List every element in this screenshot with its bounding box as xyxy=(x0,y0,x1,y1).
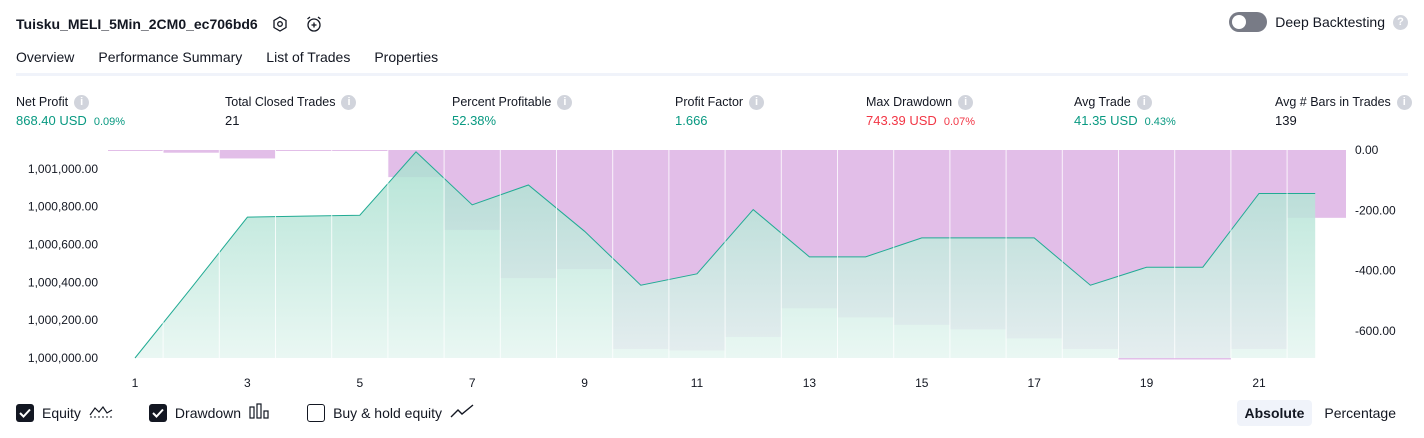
drawdown-bar xyxy=(163,150,220,153)
stat-percent-profitable: Percent Profitable i 52.38% xyxy=(452,94,573,129)
settings-hexagon-icon[interactable] xyxy=(268,12,292,36)
info-icon[interactable]: i xyxy=(1396,94,1412,110)
y-left-tick-label: 1,000,000.00 xyxy=(28,351,98,365)
strategy-title-bar: Tuisku_MELI_5Min_2CM0_ec706bd6 xyxy=(16,12,326,36)
value-mode-switch: Absolute Percentage xyxy=(1236,400,1405,426)
y-right-tick-label: -200.00 xyxy=(1355,203,1396,217)
stat-max-drawdown: Max Drawdown i 743.39 USD 0.07% xyxy=(866,94,975,129)
x-tick-label: 3 xyxy=(244,376,251,390)
legend-label: Equity xyxy=(42,404,81,421)
stat-value: 21 xyxy=(225,113,240,128)
buy-hold-line-icon xyxy=(450,403,474,422)
stat-label: Total Closed Trades xyxy=(225,95,336,109)
drawdown-bar xyxy=(219,150,276,159)
drawdown-bar xyxy=(331,150,388,151)
y-right-tick-label: 0.00 xyxy=(1355,143,1379,157)
x-tick-label: 1 xyxy=(132,376,139,390)
stat-value: 52.38% xyxy=(452,113,497,128)
x-tick-label: 9 xyxy=(581,376,588,390)
equity-checkbox[interactable] xyxy=(16,403,34,422)
stat-value: 139 xyxy=(1275,113,1297,128)
x-tick-label: 17 xyxy=(1028,376,1042,390)
drawdown-bar xyxy=(275,150,332,151)
x-tick-label: 13 xyxy=(803,376,817,390)
stat-net-profit: Net Profit i 868.40 USD 0.09% xyxy=(16,94,125,129)
strategy-name: Tuisku_MELI_5Min_2CM0_ec706bd6 xyxy=(16,16,258,32)
y-left-tick-label: 1,000,400.00 xyxy=(28,275,98,289)
y-left-tick-label: 1,000,800.00 xyxy=(28,200,98,214)
tab-overview[interactable]: Overview xyxy=(16,46,75,76)
stat-percent: 0.09% xyxy=(93,116,126,128)
stat-value: 868.40 USD xyxy=(16,113,87,128)
stat-label: Percent Profitable xyxy=(452,95,552,109)
tab-properties[interactable]: Properties xyxy=(374,46,438,76)
y-axis-right: 0.00 -200.00 -400.00 -600.00 xyxy=(1355,143,1396,338)
info-icon[interactable]: i xyxy=(1136,94,1152,110)
percentage-button[interactable]: Percentage xyxy=(1316,400,1404,426)
info-icon[interactable]: i xyxy=(958,94,974,110)
info-icon[interactable]: i xyxy=(557,94,573,110)
tab-performance-summary[interactable]: Performance Summary xyxy=(98,46,242,76)
info-icon[interactable]: i xyxy=(341,94,357,110)
x-tick-label: 15 xyxy=(915,376,929,390)
legend-label: Drawdown xyxy=(174,404,242,421)
buy-hold-checkbox[interactable] xyxy=(307,403,326,422)
stat-avg-bars-in-trades: Avg # Bars in Trades i 139 xyxy=(1275,94,1412,129)
info-icon[interactable]: i xyxy=(749,94,765,110)
tabs-divider xyxy=(16,73,1408,76)
stat-value: 41.35 USD xyxy=(1074,113,1138,128)
legend-equity[interactable]: Equity xyxy=(16,403,113,422)
stat-value: 743.39 USD xyxy=(866,113,937,128)
x-tick-label: 19 xyxy=(1140,376,1154,390)
stat-label: Avg # Bars in Trades xyxy=(1275,95,1391,109)
absolute-button[interactable]: Absolute xyxy=(1236,400,1313,426)
y-right-tick-label: -400.00 xyxy=(1355,264,1396,278)
drawdown-bars-icon xyxy=(249,403,271,422)
stat-label: Net Profit xyxy=(16,95,69,109)
stat-label: Profit Factor xyxy=(675,95,744,109)
deep-backtesting-control: Deep Backtesting ? xyxy=(1229,12,1408,32)
stats-row: Net Profit i 868.40 USD 0.09% Total Closed… xyxy=(0,94,1424,134)
stat-label: Max Drawdown xyxy=(866,95,953,109)
x-tick-label: 7 xyxy=(469,376,476,390)
report-tabs: Overview Performance Summary List of Tra… xyxy=(16,46,438,76)
stat-label: Avg Trade xyxy=(1074,95,1131,109)
help-icon[interactable]: ? xyxy=(1393,14,1408,30)
stat-percent: 0.43% xyxy=(1144,116,1176,128)
x-tick-label: 21 xyxy=(1252,376,1266,390)
stat-percent: 0.07% xyxy=(943,116,976,128)
stat-profit-factor: Profit Factor i 1.666 xyxy=(675,94,765,129)
y-axis-left: 1,001,000.00 1,000,800.00 1,000,600.00 1,00… xyxy=(28,162,98,365)
y-left-tick-label: 1,000,200.00 xyxy=(28,313,98,327)
equity-drawdown-chart[interactable]: 1,001,000.00 1,000,800.00 1,000,600.00 1,00… xyxy=(0,140,1424,392)
toggle-knob xyxy=(1232,15,1247,29)
y-right-tick-label: -600.00 xyxy=(1355,324,1396,338)
drawdown-checkbox[interactable] xyxy=(148,403,167,422)
legend-drawdown[interactable]: Drawdown xyxy=(148,403,271,422)
info-icon[interactable]: i xyxy=(74,94,90,110)
stat-avg-trade: Avg Trade i 41.35 USD 0.43% xyxy=(1074,94,1176,129)
tab-list-of-trades[interactable]: List of Trades xyxy=(266,46,350,76)
x-axis: 1 3 5 7 9 11 13 15 17 19 21 xyxy=(132,376,1266,390)
x-tick-label: 5 xyxy=(356,376,363,390)
y-left-tick-label: 1,001,000.00 xyxy=(28,162,98,176)
equity-line-icon xyxy=(89,403,113,422)
deep-backtesting-toggle[interactable] xyxy=(1229,12,1268,32)
deep-backtesting-label: Deep Backtesting xyxy=(1275,14,1385,30)
legend-label: Buy & hold equity xyxy=(333,404,443,421)
stat-total-closed-trades: Total Closed Trades i 21 xyxy=(225,94,357,129)
y-left-tick-label: 1,000,600.00 xyxy=(28,238,98,252)
bar-separators xyxy=(162,150,1288,358)
alarm-clock-plus-icon[interactable] xyxy=(302,12,326,36)
stat-value: 1.666 xyxy=(675,113,708,128)
x-tick-label: 11 xyxy=(691,376,704,390)
legend-buy-hold-equity[interactable]: Buy & hold equity xyxy=(307,403,474,422)
chart-legend: Equity Drawdown Buy & hold equity xyxy=(16,403,474,422)
drawdown-bar xyxy=(108,150,164,151)
